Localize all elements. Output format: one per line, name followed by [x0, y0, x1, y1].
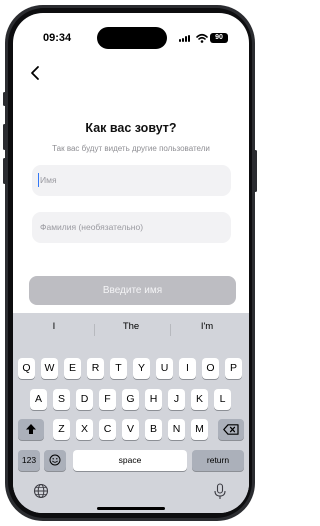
text-cursor [38, 173, 39, 187]
key-x[interactable]: X [76, 419, 93, 440]
emoji-key[interactable] [44, 450, 66, 471]
key-s[interactable]: S [53, 389, 70, 410]
suggestion-divider [94, 324, 95, 336]
key-r[interactable]: R [87, 358, 104, 379]
side-button [3, 92, 6, 106]
suggestion-divider [170, 324, 171, 336]
numbers-key[interactable]: 123 [18, 450, 40, 471]
key-w[interactable]: W [41, 358, 58, 379]
return-key[interactable]: return [192, 450, 244, 471]
key-b[interactable]: B [145, 419, 162, 440]
key-o[interactable]: O [202, 358, 219, 379]
last-name-input[interactable]: Фамилия (необязательно) [32, 212, 231, 243]
suggestion-item[interactable]: I'm [172, 321, 242, 332]
volume-down-button [3, 158, 6, 184]
key-f[interactable]: F [99, 389, 116, 410]
shift-icon [26, 424, 36, 434]
key-d[interactable]: D [76, 389, 93, 410]
key-z[interactable]: Z [53, 419, 70, 440]
key-k[interactable]: K [191, 389, 208, 410]
suggestion-item[interactable]: I [19, 321, 89, 332]
key-p[interactable]: P [225, 358, 242, 379]
key-l[interactable]: L [214, 389, 231, 410]
screen: 09:34 90 Как вас зовут? Так вас будут ви… [13, 13, 249, 513]
status-bar: 09:34 90 [13, 13, 249, 53]
key-g[interactable]: G [122, 389, 139, 410]
home-indicator [97, 507, 165, 510]
backspace-icon [223, 424, 239, 435]
status-time: 09:34 [43, 32, 72, 44]
emoji-icon [49, 454, 61, 466]
keyboard: I The I'm Q W E R T Y U I O P A S D F G … [13, 313, 249, 513]
signal-icon [179, 35, 192, 42]
key-m[interactable]: M [191, 419, 208, 440]
shift-key[interactable] [18, 419, 44, 440]
back-button[interactable] [27, 63, 45, 83]
battery-icon: 90 [210, 33, 228, 43]
space-key[interactable]: space [73, 450, 187, 471]
suggestion-item[interactable]: The [96, 321, 166, 332]
key-j[interactable]: J [168, 389, 185, 410]
key-y[interactable]: Y [133, 358, 150, 379]
key-e[interactable]: E [64, 358, 81, 379]
dynamic-island [97, 27, 167, 49]
suggestion-bar: I The I'm [13, 317, 249, 339]
submit-button[interactable]: Введите имя [29, 276, 236, 305]
key-q[interactable]: Q [18, 358, 35, 379]
key-h[interactable]: H [145, 389, 162, 410]
key-c[interactable]: C [99, 419, 116, 440]
first-name-placeholder: Имя [40, 175, 57, 185]
key-i[interactable]: I [179, 358, 196, 379]
key-n[interactable]: N [168, 419, 185, 440]
power-button [254, 150, 257, 192]
chevron-left-icon [31, 66, 39, 80]
page-title: Как вас зовут? [85, 121, 177, 135]
wifi-icon [196, 33, 208, 43]
first-name-input[interactable]: Имя [32, 165, 231, 196]
volume-up-button [3, 124, 6, 150]
key-v[interactable]: V [122, 419, 139, 440]
page-subtitle: Так вас будут видеть другие пользователи [52, 144, 210, 153]
backspace-key[interactable] [218, 419, 244, 440]
key-t[interactable]: T [110, 358, 127, 379]
microphone-icon[interactable] [213, 483, 227, 505]
key-u[interactable]: U [156, 358, 173, 379]
globe-icon[interactable] [33, 483, 49, 504]
key-a[interactable]: A [30, 389, 47, 410]
last-name-placeholder: Фамилия (необязательно) [40, 222, 144, 232]
